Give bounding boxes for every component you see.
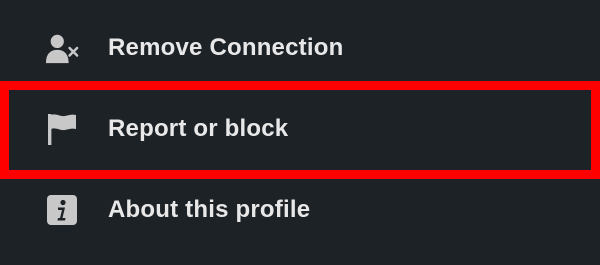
remove-person-icon (45, 31, 79, 65)
info-icon (45, 193, 79, 227)
about-this-profile-label: About this profile (108, 196, 311, 223)
report-or-block-label: Report or block (108, 115, 289, 142)
remove-connection-item[interactable]: Remove Connection (0, 8, 600, 88)
flag-icon (45, 112, 79, 146)
about-this-profile-item[interactable]: About this profile (0, 170, 600, 250)
profile-actions-menu: Remove Connection Report or block About … (0, 0, 600, 265)
report-or-block-item[interactable]: Report or block (0, 89, 600, 169)
remove-connection-label: Remove Connection (108, 34, 344, 61)
